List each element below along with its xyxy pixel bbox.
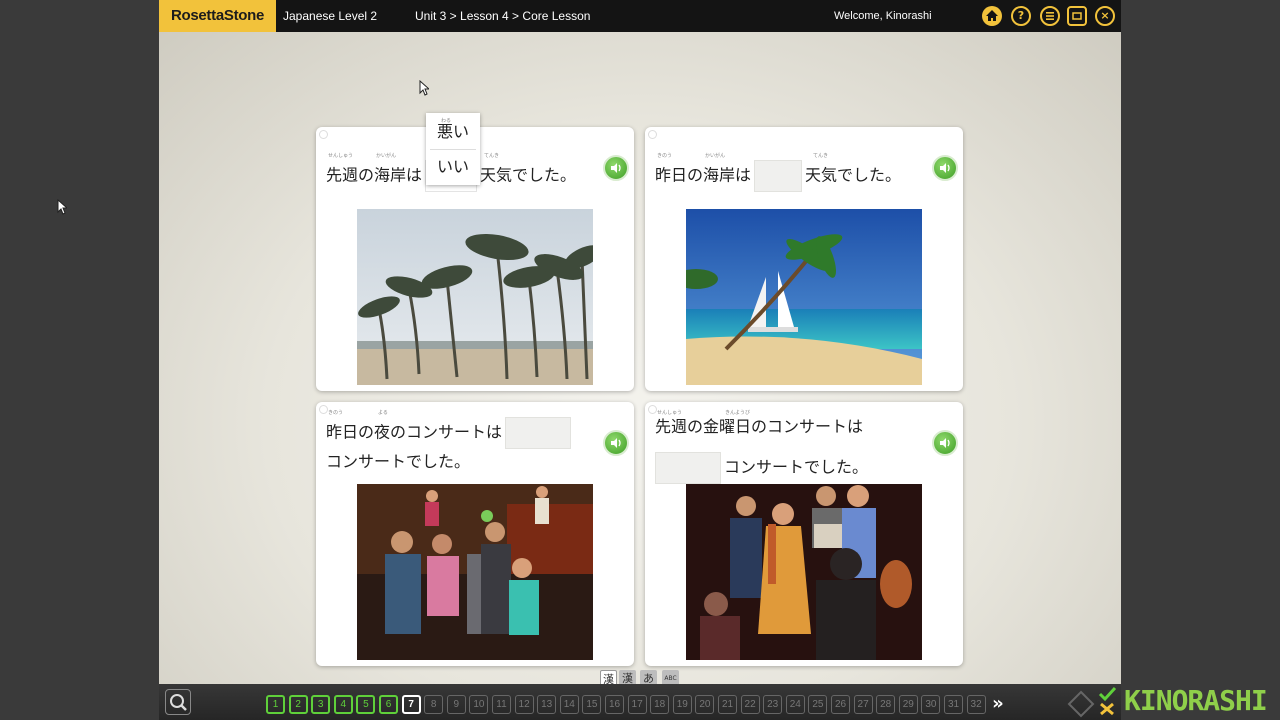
next-page-button[interactable]: » [988, 695, 1008, 714]
watermark-text: KINORASHI [1124, 684, 1268, 717]
card-pin-icon [648, 130, 657, 139]
app-window: RosettaStone Japanese Level 2 Unit 3 > L… [159, 0, 1121, 720]
answer-card-3[interactable]: きのう よる 昨日の夜のコンサートは コンサートでした。 [316, 402, 634, 666]
sentence: 先週の金曜日のコンサートは [655, 417, 863, 437]
diamond-icon [1067, 690, 1095, 718]
page-29-button[interactable]: 29 [898, 695, 918, 714]
sentence-end: コンサートでした。 [724, 457, 869, 477]
rock-concert-photo [357, 484, 593, 660]
menu-icon[interactable] [1040, 6, 1060, 26]
sentence-start: 先週の海岸は [326, 165, 423, 185]
answer-card-2[interactable]: きのう かいがん てんき 昨日の海岸は 天気でした。 [645, 127, 963, 391]
card-pin-icon [319, 405, 328, 414]
mouse-cursor-icon [57, 199, 67, 215]
card-pin-icon [648, 405, 657, 414]
ruby-text: せんしゅう [328, 153, 354, 159]
lesson-area: せんしゅう かいがん てんき 先週の海岸はいい天気でした。 [159, 32, 1121, 684]
ruby-text: きんようび [725, 410, 751, 416]
page-10-button[interactable]: 10 [469, 695, 489, 714]
ruby-text: よる [378, 410, 388, 416]
page-11-button[interactable]: 11 [492, 695, 511, 714]
speaker-icon[interactable] [603, 155, 629, 181]
answer-card-4[interactable]: せんしゅう きんようび 先週の金曜日のコンサートは コンサートでした。 [645, 402, 963, 666]
page-18-button[interactable]: 18 [650, 695, 670, 714]
page-13-button[interactable]: 13 [537, 695, 557, 714]
page-31-button[interactable]: 31 [944, 695, 963, 714]
speaker-icon[interactable] [932, 155, 958, 181]
page-9-button[interactable]: 9 [446, 695, 466, 714]
page-6-button[interactable]: 6 [379, 695, 398, 714]
speaker-icon[interactable] [932, 430, 958, 456]
page-12-button[interactable]: 12 [514, 695, 534, 714]
page-19-button[interactable]: 19 [672, 695, 692, 714]
page-24-button[interactable]: 24 [785, 695, 805, 714]
ruby-text: せんしゅう [657, 410, 683, 416]
sentence-start: 昨日の夜のコンサートは [326, 422, 503, 442]
welcome-text: Welcome, Kinorashi [834, 10, 932, 22]
page-4-button[interactable]: 4 [333, 695, 353, 714]
speaker-icon[interactable] [603, 430, 629, 456]
answer-blank[interactable] [655, 452, 721, 484]
page-30-button[interactable]: 30 [921, 695, 941, 714]
page-22-button[interactable]: 22 [740, 695, 760, 714]
top-bar: RosettaStone Japanese Level 2 Unit 3 > L… [159, 0, 1121, 32]
ruby-text: かいがん [376, 153, 397, 159]
course-title: Japanese Level 2 [283, 9, 378, 23]
page-32-button[interactable]: 32 [966, 695, 986, 714]
close-icon[interactable]: × [1095, 6, 1115, 26]
page-2-button[interactable]: 2 [288, 695, 308, 714]
sunny-beach-photo [686, 209, 922, 385]
storm-palm-photo [357, 209, 593, 385]
rosetta-stone-logo: RosettaStone [159, 0, 276, 32]
page-14-button[interactable]: 14 [559, 695, 579, 714]
sentence-start: 昨日の海岸は [655, 165, 752, 185]
window-icon[interactable] [1067, 6, 1087, 26]
page-25-button[interactable]: 25 [808, 695, 828, 714]
ruby-text: てんき [813, 153, 829, 159]
page-20-button[interactable]: 20 [695, 695, 715, 714]
bottom-bar: 1 2 3 4 5 6 7 8 9 10 11 12 13 14 15 16 17 18 19 20 21 22 23 24 2… [159, 684, 1121, 720]
page-15-button[interactable]: 15 [582, 695, 602, 714]
ruby-text: きのう [328, 410, 344, 416]
page-26-button[interactable]: 26 [831, 695, 850, 714]
home-icon[interactable] [982, 6, 1002, 26]
dropdown-option-selected[interactable]: いい [426, 150, 480, 184]
ruby-text: てんき [484, 153, 500, 159]
answer-blank[interactable] [505, 417, 572, 449]
sentence-end: コンサートでした。 [326, 452, 471, 471]
page-3-button[interactable]: 3 [311, 695, 331, 714]
page-27-button[interactable]: 27 [853, 695, 873, 714]
folk-concert-photo [686, 484, 922, 660]
page-7-button[interactable]: 7 [401, 695, 421, 714]
card-pin-icon [319, 130, 328, 139]
ruby-text: かいがん [705, 153, 726, 159]
answer-blank[interactable] [754, 160, 803, 192]
sentence-line-2: コンサートでした。 [655, 452, 868, 484]
page-23-button[interactable]: 23 [763, 695, 783, 714]
sentence-line-2: コンサートでした。 [326, 452, 470, 472]
sentence: 昨日の海岸は 天気でした。 [655, 160, 901, 192]
breadcrumb: Unit 3 > Lesson 4 > Core Lesson [415, 9, 591, 23]
sentence-end: 天気でした。 [480, 165, 577, 185]
sentence-end: 天気でした。 [805, 165, 902, 185]
dropdown-option[interactable]: 悪い [426, 115, 480, 149]
mouse-cursor-icon [419, 80, 429, 96]
ruby-text: きのう [657, 153, 673, 159]
check-cross-icon [1098, 686, 1117, 716]
page-17-button[interactable]: 17 [627, 695, 647, 714]
page-21-button[interactable]: 21 [718, 695, 737, 714]
answer-dropdown[interactable]: わる 悪い いい [426, 113, 480, 185]
page-5-button[interactable]: 5 [356, 695, 376, 714]
help-icon[interactable]: ? [1011, 6, 1031, 26]
search-icon[interactable] [165, 689, 191, 715]
page-1-button[interactable]: 1 [266, 695, 285, 714]
sentence: 昨日の夜のコンサートは [326, 417, 574, 449]
page-8-button[interactable]: 8 [424, 695, 444, 714]
page-28-button[interactable]: 28 [876, 695, 896, 714]
page-16-button[interactable]: 16 [605, 695, 624, 714]
sentence-start: 先週の金曜日のコンサートは [655, 417, 864, 436]
